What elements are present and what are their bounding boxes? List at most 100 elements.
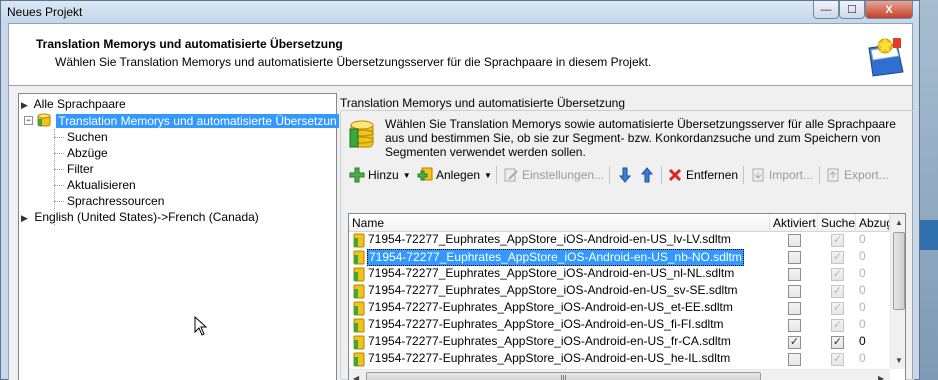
search-checkbox[interactable]: ✓ [831, 302, 844, 315]
cell-name: 71954-72277_Euphrates_AppStore_iOS-Andro… [349, 232, 770, 249]
dropdown-arrow-icon: ▼ [402, 170, 411, 180]
scroll-left-icon[interactable]: ◀ [353, 374, 359, 380]
penalty-value[interactable]: 0 [859, 317, 866, 331]
vertical-scroll-thumb[interactable] [893, 232, 905, 310]
penalty-value[interactable]: 0 [859, 351, 866, 365]
tm-file-icon [353, 233, 365, 248]
maximize-button[interactable]: ☐ [839, 1, 865, 19]
settings-button[interactable]: Einstellungen... [503, 164, 604, 186]
enabled-checkbox[interactable] [788, 302, 801, 315]
enabled-checkbox[interactable] [788, 251, 801, 264]
add-button[interactable]: Hinzu ▼ [349, 164, 411, 186]
tree-item-label: Abzüge [67, 146, 108, 160]
close-button[interactable]: X [865, 1, 913, 19]
translation-memory-list[interactable]: Name Aktiviert Suche Abzug 71954-72277_E… [348, 213, 906, 380]
column-header-name[interactable]: Name [349, 214, 770, 232]
enabled-checkbox[interactable] [788, 234, 801, 247]
tm-file-icon [353, 284, 365, 299]
enabled-checkbox[interactable] [788, 319, 801, 332]
table-row[interactable]: 71954-72277_Euphrates_AppStore_iOS-Andro… [349, 249, 889, 266]
tm-file-name: 71954-72277_Euphrates_AppStore_iOS-Andro… [368, 283, 738, 297]
create-button[interactable]: Anlegen ▼ [417, 164, 492, 186]
search-checkbox[interactable]: ✓ [831, 268, 844, 281]
table-row[interactable]: 71954-72277-Euphrates_AppStore_iOS-Andro… [349, 317, 889, 334]
penalty-value[interactable]: 0 [859, 266, 866, 280]
table-row[interactable]: 71954-72277_Euphrates_AppStore_iOS-Andro… [349, 266, 889, 283]
vertical-scrollbar[interactable]: ▲ ▼ [890, 214, 905, 369]
cell-name: 71954-72277_Euphrates_AppStore_iOS-Andro… [349, 249, 770, 266]
tree-item-all-language-pairs[interactable]: ▶ Alle Sprachpaare [21, 96, 126, 112]
toolbar-separator [609, 166, 610, 184]
penalty-value[interactable]: 0 [859, 283, 866, 297]
tree-item-update[interactable]: Aktualisieren [67, 177, 136, 193]
penalty-value[interactable]: 0 [859, 249, 866, 263]
enabled-checkbox[interactable] [788, 353, 801, 366]
tm-file-icon [353, 352, 365, 367]
column-header-enabled[interactable]: Aktiviert [770, 214, 818, 232]
tree-item-label: Suchen [67, 130, 108, 144]
tm-file-icon [353, 267, 365, 282]
enabled-checkbox[interactable] [788, 285, 801, 298]
tree-item-language-resources[interactable]: Sprachressourcen [67, 193, 164, 209]
list-header: Name Aktiviert Suche Abzug [349, 214, 890, 232]
penalty-value[interactable]: 0 [859, 232, 866, 246]
export-icon [825, 167, 841, 183]
search-checkbox[interactable]: ✓ [831, 251, 844, 264]
tm-file-name: 71954-72277-Euphrates_AppStore_iOS-Andro… [368, 317, 724, 331]
search-checkbox[interactable]: ✓ [831, 234, 844, 247]
dropdown-arrow-icon: ▼ [484, 170, 492, 180]
expand-arrow-icon[interactable]: ▶ [21, 210, 31, 226]
remove-label: Entfernen [686, 168, 739, 182]
minimize-button[interactable]: — [813, 1, 839, 19]
horizontal-scroll-thumb[interactable]: ||| [366, 372, 761, 380]
table-row[interactable]: 71954-72277-Euphrates_AppStore_iOS-Andro… [349, 300, 889, 317]
cell-name: 71954-72277_Euphrates_AppStore_iOS-Andro… [349, 266, 770, 283]
penalty-value[interactable]: 0 [859, 300, 866, 314]
collapse-expander-icon[interactable]: − [24, 116, 33, 125]
table-row[interactable]: 71954-72277_Euphrates_AppStore_iOS-Andro… [349, 283, 889, 300]
scroll-right-icon[interactable]: ▶ [878, 374, 884, 380]
scroll-grip-icon: ||| [560, 374, 567, 380]
export-label: Export... [844, 168, 889, 182]
panel-description: Wählen Sie Translation Memorys sowie aut… [385, 117, 896, 159]
tree-item-search[interactable]: Suchen [67, 129, 108, 145]
tree-item-label: Filter [67, 162, 94, 176]
search-checkbox[interactable]: ✓ [831, 336, 844, 349]
tree-connector [54, 201, 64, 202]
search-checkbox[interactable]: ✓ [831, 319, 844, 332]
tm-file-icon [353, 318, 365, 333]
create-icon [417, 167, 433, 183]
table-row[interactable]: 71954-72277-Euphrates_AppStore_iOS-Andro… [349, 334, 889, 351]
enabled-checkbox[interactable]: ✓ [788, 336, 801, 349]
title-bar[interactable]: Neues Projekt — ☐ X [1, 1, 919, 23]
tree-item-label: Aktualisieren [67, 178, 136, 192]
tree-item-translation-memories[interactable]: Translation Memorys und automatisierte Ü… [37, 113, 339, 129]
search-checkbox[interactable]: ✓ [831, 285, 844, 298]
tree-item-penalties[interactable]: Abzüge [67, 145, 108, 161]
expand-arrow-icon[interactable]: ▶ [21, 97, 31, 113]
table-row[interactable]: 71954-72277-Euphrates_AppStore_iOS-Andro… [349, 351, 889, 368]
group-caption: Translation Memorys und automatisierte Ü… [340, 96, 626, 110]
tm-file-name: 71954-72277_Euphrates_AppStore_iOS-Andro… [368, 266, 735, 280]
export-button[interactable]: Export... [825, 164, 889, 186]
project-wizard-icon [868, 37, 904, 77]
add-label: Hinzu [368, 168, 399, 182]
column-header-penalty[interactable]: Abzug [856, 214, 890, 232]
tree-connector [54, 153, 64, 154]
scroll-up-icon[interactable]: ▲ [895, 218, 903, 227]
tree-item-filter[interactable]: Filter [67, 161, 94, 177]
settings-label: Einstellungen... [522, 168, 605, 182]
move-down-button[interactable] [617, 164, 636, 186]
table-row[interactable]: 71954-72277_Euphrates_AppStore_iOS-Andro… [349, 232, 889, 249]
column-header-search[interactable]: Suche [818, 214, 856, 232]
move-up-button[interactable] [639, 164, 658, 186]
import-button[interactable]: Import... [750, 164, 813, 186]
tree-item-en-us-fr-ca[interactable]: ▶ English (United States)->French (Canad… [21, 209, 259, 225]
enabled-checkbox[interactable] [788, 268, 801, 281]
penalty-value[interactable]: 0 [859, 334, 866, 348]
remove-button[interactable]: Entfernen [667, 164, 738, 186]
scroll-down-icon[interactable]: ▼ [895, 356, 903, 365]
navigation-tree[interactable]: ▶ Alle Sprachpaare − Translation Memorys… [18, 93, 339, 380]
search-checkbox[interactable]: ✓ [831, 353, 844, 366]
horizontal-scrollbar[interactable]: ◀ ||| ▶ [349, 369, 890, 380]
